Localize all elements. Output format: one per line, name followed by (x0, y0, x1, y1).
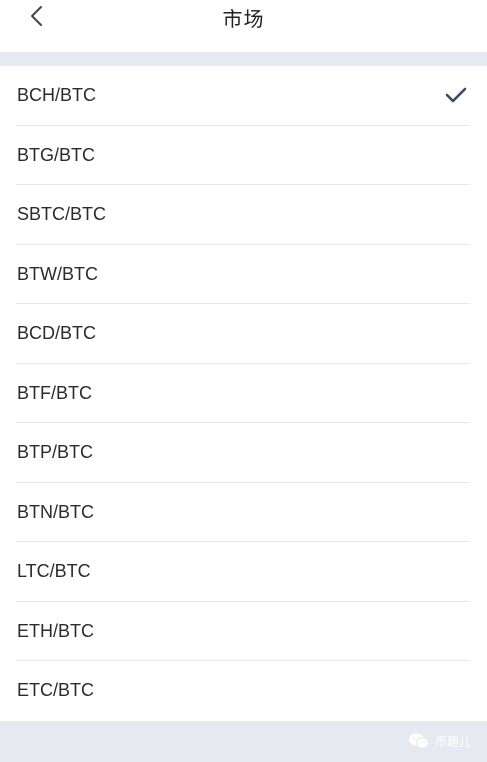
market-row-ltc-btc[interactable]: LTC/BTC (0, 542, 487, 602)
market-label: BCH/BTC (17, 85, 97, 105)
market-label: LTC/BTC (17, 561, 91, 581)
market-label: BCD/BTC (17, 323, 97, 343)
market-label: BTN/BTC (17, 501, 95, 522)
app-header: 市场 (0, 0, 487, 52)
watermark-text: 币趣儿 (434, 734, 471, 749)
market-label: ETH/BTC (17, 620, 95, 641)
market-row-etc-btc[interactable]: ETC/BTC (0, 661, 487, 721)
page-title: 市场 (222, 9, 265, 31)
market-row-bch-btc[interactable]: BCH/BTC (0, 66, 487, 126)
market-row-btn-btc[interactable]: BTN/BTC (0, 483, 487, 543)
market-row-btf-btc[interactable]: BTF/BTC (0, 364, 487, 424)
market-row-btg-btc[interactable]: BTG/BTC (0, 126, 487, 186)
market-row-sbtc-btc[interactable]: SBTC/BTC (0, 185, 487, 245)
market-label: BTG/BTC (17, 144, 96, 165)
checkmark-icon (445, 86, 467, 104)
market-label: SBTC/BTC (17, 204, 107, 224)
market-row-bcd-btc[interactable]: BCD/BTC (0, 304, 487, 364)
market-row-btp-btc[interactable]: BTP/BTC (0, 423, 487, 483)
watermark: 币趣儿 (408, 731, 471, 751)
header-divider (0, 52, 487, 66)
market-label: BTW/BTC (17, 263, 98, 284)
market-label: ETC/BTC (17, 680, 95, 700)
market-list: BCH/BTC BTG/BTC SBTC/BTC BTW/BTC BCD/BTC… (0, 66, 487, 721)
market-label: BTP/BTC (17, 442, 94, 462)
footer-band: 币趣儿 (0, 721, 487, 762)
market-label: BTF/BTC (17, 382, 92, 403)
market-row-btw-btc[interactable]: BTW/BTC (0, 245, 487, 305)
market-row-eth-btc[interactable]: ETH/BTC (0, 602, 487, 662)
wechat-icon (408, 732, 430, 750)
